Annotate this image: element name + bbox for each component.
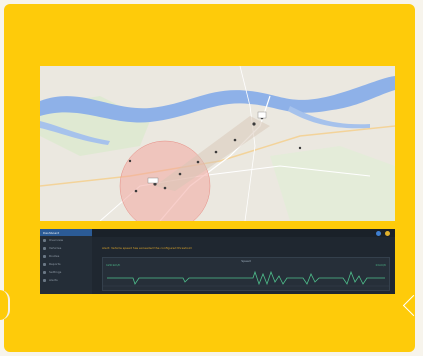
map-screenshot[interactable] <box>40 66 395 221</box>
notification-icon[interactable] <box>385 231 390 236</box>
panel-title: Speed <box>241 259 251 263</box>
map-marker <box>298 146 302 150</box>
gear-icon <box>43 270 46 274</box>
chart-icon <box>43 262 46 266</box>
sidebar-item-label: Settings <box>49 270 62 274</box>
map-marker <box>196 160 200 164</box>
map-marker <box>163 186 167 190</box>
user-avatar-icon[interactable] <box>376 231 381 236</box>
sidebar-item-label: Alerts <box>49 278 58 282</box>
map-marker <box>252 122 256 126</box>
speed-series-line <box>107 270 385 286</box>
sidebar-item-active[interactable]: Dashboard <box>40 229 92 236</box>
car-icon <box>43 246 46 250</box>
route-icon <box>43 254 46 258</box>
speed-chart-panel: Speed 120 km/h 0 km/h <box>102 257 390 291</box>
dashboard-screenshot: Dashboard Overview Vehicles Routes Repor… <box>40 229 395 294</box>
sidebar-item-label: Overview <box>49 238 64 242</box>
grid-icon <box>43 238 46 242</box>
alert-message: Alert: Vehicle speed has exceeded the co… <box>102 246 192 250</box>
sidebar-item-label: Vehicles <box>49 246 62 250</box>
map-marker <box>214 150 218 154</box>
top-bar <box>92 229 395 237</box>
sidebar-item-overview[interactable]: Overview <box>40 236 92 244</box>
sidebar-item-reports[interactable]: Reports <box>40 260 92 268</box>
map-label-box <box>147 177 159 184</box>
bell-icon <box>43 278 46 282</box>
speed-chart <box>103 270 389 287</box>
map-marker <box>134 189 138 193</box>
sidebar-active-label: Dashboard <box>43 230 60 235</box>
map-marker <box>233 138 237 142</box>
sidebar-item-alerts[interactable]: Alerts <box>40 276 92 284</box>
map-label-box <box>257 111 267 119</box>
map-marker <box>128 159 132 163</box>
sidebar-item-label: Routes <box>49 254 60 258</box>
sidebar-item-routes[interactable]: Routes <box>40 252 92 260</box>
sidebar: Dashboard Overview Vehicles Routes Repor… <box>40 229 92 294</box>
sidebar-item-label: Reports <box>49 262 61 266</box>
map-marker <box>178 172 182 176</box>
map-canvas <box>40 66 395 221</box>
sidebar-item-vehicles[interactable]: Vehicles <box>40 244 92 252</box>
sidebar-item-settings[interactable]: Settings <box>40 268 92 276</box>
